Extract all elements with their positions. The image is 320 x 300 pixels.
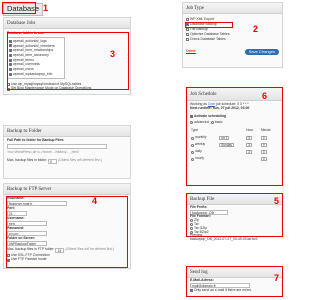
send-log-highlight — [186, 266, 283, 297]
marker-6: 6 — [262, 91, 268, 101]
max-files-label: Max. backup files in folder: — [7, 158, 48, 163]
backup-file-panel: Backup File File Prefix: backwpup_DB_ Fi… — [186, 193, 283, 241]
marker-7: 7 — [274, 273, 280, 283]
job-type-title: Job Type — [183, 3, 282, 14]
max-files-hint: (Oldest files will deleted first.) — [58, 158, 103, 163]
marker-3: 3 — [110, 49, 116, 59]
job-type-checkbox[interactable] — [186, 33, 189, 37]
job-type-checkbox[interactable] — [186, 38, 189, 42]
delete-link[interactable]: Delete — [186, 49, 196, 54]
folder-path-label: Full Path to folder for Backup Files: — [7, 138, 65, 142]
database-jobs-title: Database Jobs — [4, 18, 130, 29]
folder-path-input[interactable] — [7, 143, 107, 149]
backup-folder-title: Backup to Folder — [4, 126, 130, 137]
marker-5: 5 — [274, 196, 280, 206]
save-changes-button[interactable]: Save Changes — [244, 48, 279, 56]
ftp-highlight — [6, 196, 128, 268]
max-files-input[interactable]: 0 — [48, 158, 58, 164]
schedule-highlight — [186, 87, 283, 186]
wordpress-dir-hint: Your WordPress dir is: /home/.../htdocs/… — [7, 149, 79, 154]
backup-file-highlight — [186, 193, 283, 237]
marker-2: 2 — [253, 24, 259, 34]
job-type-panel: Job Type WP XML Export Database Backup F… — [182, 2, 283, 68]
job-type-checkbox[interactable] — [186, 23, 189, 27]
preview-value: backwpup_DB_2012-07-27_00-49-03.tar.bz2 — [190, 237, 258, 242]
backup-ftp-panel: Backup to FTP Server Hostname: ftpserver… — [3, 183, 131, 269]
job-schedule-panel: Job Schedule Working as Cron job schedul… — [186, 87, 283, 186]
marker-4: 4 — [92, 196, 98, 206]
job-type-checkbox[interactable] — [186, 18, 189, 22]
backup-ftp-title: Backup to FTP Server — [4, 184, 130, 195]
job-type-option[interactable]: Check Database Tables — [186, 37, 279, 42]
tables-highlight — [7, 32, 129, 90]
send-log-panel: Send log E-Mail-Adress: mail@domain.fr O… — [186, 266, 283, 297]
backup-folder-panel: Backup to Folder Full Path to folder for… — [3, 125, 131, 179]
marker-1: 1 — [43, 3, 49, 13]
tab-highlight — [2, 2, 36, 14]
job-type-checkbox[interactable] — [186, 28, 189, 32]
